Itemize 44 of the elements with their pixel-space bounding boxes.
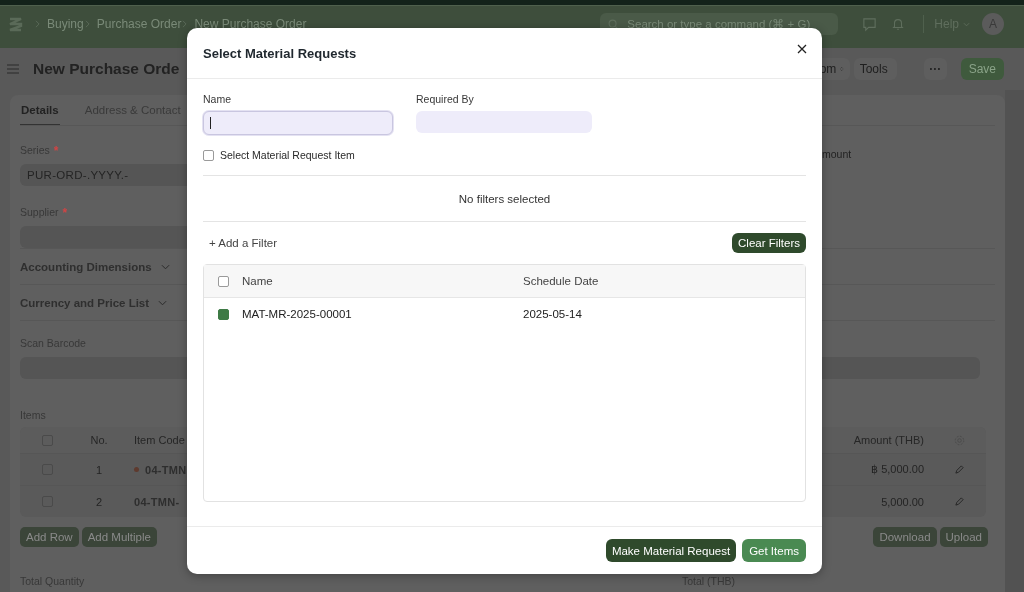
edit-icon[interactable] [954, 465, 964, 474]
breadcrumb-link[interactable]: Purchase Order [96, 17, 182, 31]
table-button[interactable]: Upload [939, 527, 988, 547]
filter-status: No filters selected [458, 192, 551, 205]
required-mark: * [53, 144, 59, 158]
field-label: mount [822, 148, 852, 160]
chevron-down-icon[interactable] [160, 263, 170, 270]
required-mark: * [62, 206, 68, 220]
clear-filters-button[interactable]: Clear Filters [732, 233, 806, 253]
save-button[interactable]: Save [960, 58, 1004, 80]
breadcrumb-link[interactable]: New Purchase Order [194, 17, 307, 31]
select-all-checkbox[interactable] [217, 275, 229, 287]
input-field[interactable] [203, 111, 393, 135]
chevron-icon [182, 20, 188, 28]
edit-icon[interactable] [954, 497, 964, 506]
column-header: Schedule Date [523, 275, 599, 287]
logo-icon[interactable] [8, 16, 24, 32]
dropdown-button[interactable]: Tools [853, 58, 897, 80]
table-cell-text: MAT-MR-2025-00001 [242, 308, 353, 320]
menu-icon[interactable] [7, 64, 19, 74]
row-checkbox[interactable] [217, 308, 229, 320]
chevron-down-icon[interactable] [158, 299, 168, 306]
checkbox-label: Select Material Request Item [220, 149, 355, 161]
table-cell: 2025-05-14 [523, 308, 582, 320]
make-request-button[interactable]: Make Material Request [605, 539, 737, 562]
close-icon[interactable] [797, 44, 807, 54]
checkbox[interactable] [203, 149, 214, 161]
column-header: Name [242, 275, 274, 287]
chat-icon[interactable] [862, 16, 878, 32]
table-button[interactable]: Add Row [20, 527, 79, 547]
field-label: Required By [416, 93, 475, 105]
more-button[interactable]: ··· [923, 58, 947, 80]
table-button[interactable]: Add Multiple [81, 527, 157, 547]
form-tab[interactable]: Details [20, 95, 60, 125]
get-items-button[interactable]: Get Items [742, 539, 806, 562]
notification-bell-icon[interactable] [891, 17, 906, 31]
breadcrumb-link[interactable]: Buying [47, 17, 84, 31]
table-button[interactable]: Download [873, 527, 937, 547]
chevron-icon [35, 20, 40, 28]
dialog-title: Select Material Requests [203, 45, 357, 61]
field-label: Name [203, 93, 232, 105]
add-filter-button[interactable]: + Add a Filter [203, 237, 284, 249]
chevron-icon [84, 20, 90, 28]
search-icon [608, 18, 620, 30]
